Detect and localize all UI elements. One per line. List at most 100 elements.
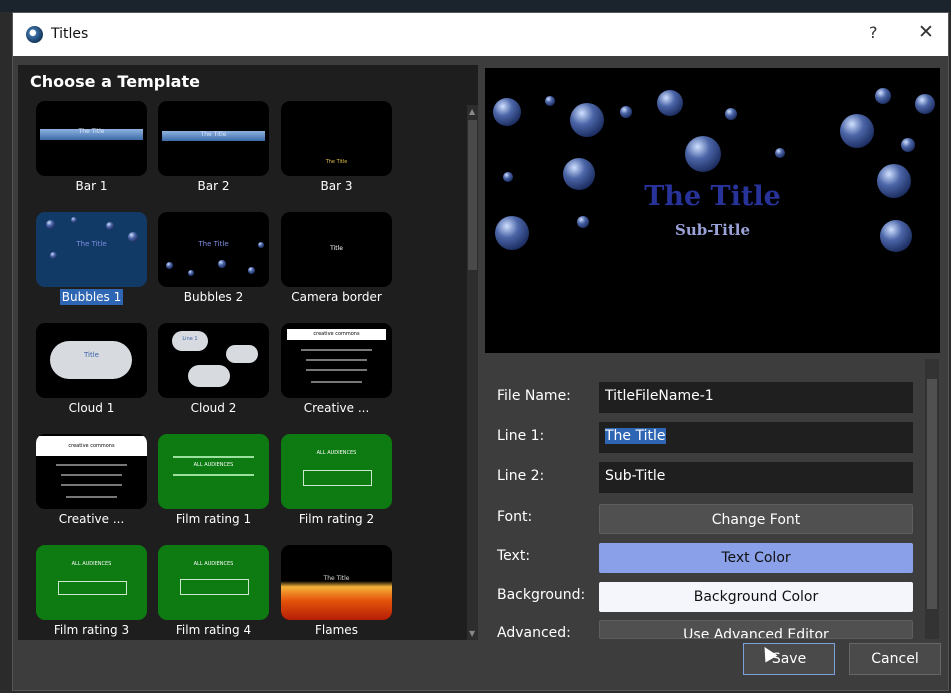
form-scrollbar[interactable] [925, 359, 939, 639]
thumb-title: Title [83, 351, 99, 359]
template-bar-2[interactable]: The Title Bar 2 [158, 101, 269, 211]
scroll-up-icon[interactable]: ▲ [469, 107, 475, 116]
template-label: Creative ... [58, 512, 125, 526]
template-thumbnail: The Title [281, 545, 392, 620]
text-line [66, 496, 117, 498]
template-bubbles-1[interactable]: The Title Bubbles 1 [36, 212, 147, 322]
title-preview: The Title Sub-Title [485, 68, 940, 353]
template-film-rating-1[interactable]: ALL AUDIENCES Film rating 1 [158, 434, 269, 544]
template-creative-1[interactable]: creative commons Creative ... [281, 323, 392, 433]
cloud-shape [50, 341, 132, 379]
template-thumbnail: creative commons [36, 434, 147, 509]
template-bar-1[interactable]: The Title Bar 1 [36, 101, 147, 211]
title-bar: Titles ? ✕ [13, 13, 948, 56]
thumb-title: The Title [323, 575, 350, 582]
cloud-shape [188, 365, 230, 387]
template-film-rating-4[interactable]: ALL AUDIENCES Film rating 4 [158, 545, 269, 655]
template-label: Bubbles 2 [183, 290, 244, 304]
template-cloud-1[interactable]: Title Cloud 1 [36, 323, 147, 433]
font-label: Font: [497, 509, 533, 525]
text-line [311, 381, 362, 383]
rating-box [180, 579, 249, 595]
bubble [71, 217, 77, 223]
text-line [56, 464, 127, 466]
thumb-title: ALL AUDIENCES [316, 450, 357, 456]
title-properties-form: File Name: TitleFileName-1 Line 1: The T… [485, 359, 925, 641]
selected-label-text: Bubbles 1 [59, 289, 124, 305]
text-line [306, 369, 367, 371]
file-name-field[interactable]: TitleFileName-1 [599, 382, 913, 413]
text-color-button[interactable]: Text Color [599, 543, 913, 573]
cancel-button[interactable]: Cancel [849, 643, 941, 675]
preview-subtitle: Sub-Title [675, 221, 750, 239]
template-thumbnail: The Title [281, 101, 392, 176]
cc-logo: creative commons [36, 436, 147, 456]
text-line [306, 359, 367, 361]
form-scrollbar-thumb[interactable] [927, 379, 937, 609]
template-thumbnail: The Title [36, 212, 147, 287]
thumb-title: ALL AUDIENCES [71, 561, 112, 567]
bubble [106, 222, 114, 230]
cloud-shape [226, 345, 258, 363]
bubble [685, 136, 721, 172]
bubble [915, 94, 935, 114]
template-scrollbar[interactable]: ▲ ▼ [467, 105, 478, 640]
file-name-label: File Name: [497, 388, 571, 404]
app-logo-icon [26, 26, 43, 43]
template-thumbnail: ALL AUDIENCES [281, 434, 392, 509]
advanced-editor-button[interactable]: Use Advanced Editor [599, 620, 913, 639]
thumb-title: The Title [76, 240, 107, 248]
close-icon[interactable]: ✕ [918, 21, 934, 43]
template-camera-border[interactable]: Title Camera border [281, 212, 392, 322]
advanced-label: Advanced: [497, 625, 571, 641]
background-color-button[interactable]: Background Color [599, 582, 913, 612]
template-film-rating-3[interactable]: ALL AUDIENCES Film rating 3 [36, 545, 147, 655]
line2-field[interactable]: Sub-Title [599, 462, 913, 493]
change-font-button[interactable]: Change Font [599, 504, 913, 534]
template-thumbnail: The Title [158, 212, 269, 287]
desktop-strip [0, 0, 951, 12]
bubble [875, 88, 891, 104]
template-bubbles-2[interactable]: The Title Bubbles 2 [158, 212, 269, 322]
help-button[interactable]: ? [869, 23, 878, 42]
thumb-title: The Title [78, 128, 105, 135]
template-label: Bar 2 [197, 179, 230, 193]
thumb-title: Line 1 [182, 336, 198, 342]
rating-box [303, 470, 372, 486]
bubble [840, 114, 874, 148]
template-creative-2[interactable]: creative commons Creative ... [36, 434, 147, 544]
template-thumbnail: creative commons [281, 323, 392, 398]
scrollbar-thumb[interactable] [468, 120, 477, 270]
bubble [50, 252, 57, 259]
template-label: Film rating 1 [175, 512, 252, 526]
save-button[interactable]: Save [743, 643, 835, 675]
scroll-down-icon[interactable]: ▼ [469, 629, 475, 638]
bubble [545, 96, 555, 106]
text-line [173, 474, 254, 476]
flames-graphic [281, 581, 392, 620]
bubble [218, 260, 226, 268]
template-cloud-2[interactable]: Line 1 Cloud 2 [158, 323, 269, 433]
template-label: Bar 1 [75, 179, 108, 193]
titles-dialog: Titles ? ✕ Choose a Template The Title B… [12, 12, 949, 691]
text-line [301, 349, 372, 351]
template-label: Film rating 2 [298, 512, 375, 526]
bubble [775, 148, 785, 158]
template-thumbnail: Title [281, 212, 392, 287]
thumb-title: Title [330, 245, 343, 252]
template-film-rating-2[interactable]: ALL AUDIENCES Film rating 2 [281, 434, 392, 544]
template-flames[interactable]: The Title Flames [281, 545, 392, 655]
line1-field[interactable]: The Title [599, 422, 913, 453]
template-label: Film rating 3 [53, 623, 130, 637]
bubble [725, 108, 737, 120]
template-label: Cloud 2 [190, 401, 237, 415]
text-line [61, 474, 122, 476]
text-line [173, 456, 254, 458]
template-bar-3[interactable]: The Title Bar 3 [281, 101, 392, 211]
bubble [493, 98, 521, 126]
bubble [248, 267, 255, 274]
template-thumbnail: ALL AUDIENCES [158, 545, 269, 620]
thumb-title: The Title [200, 131, 227, 138]
bubble [188, 270, 194, 276]
line2-label: Line 2: [497, 468, 545, 484]
